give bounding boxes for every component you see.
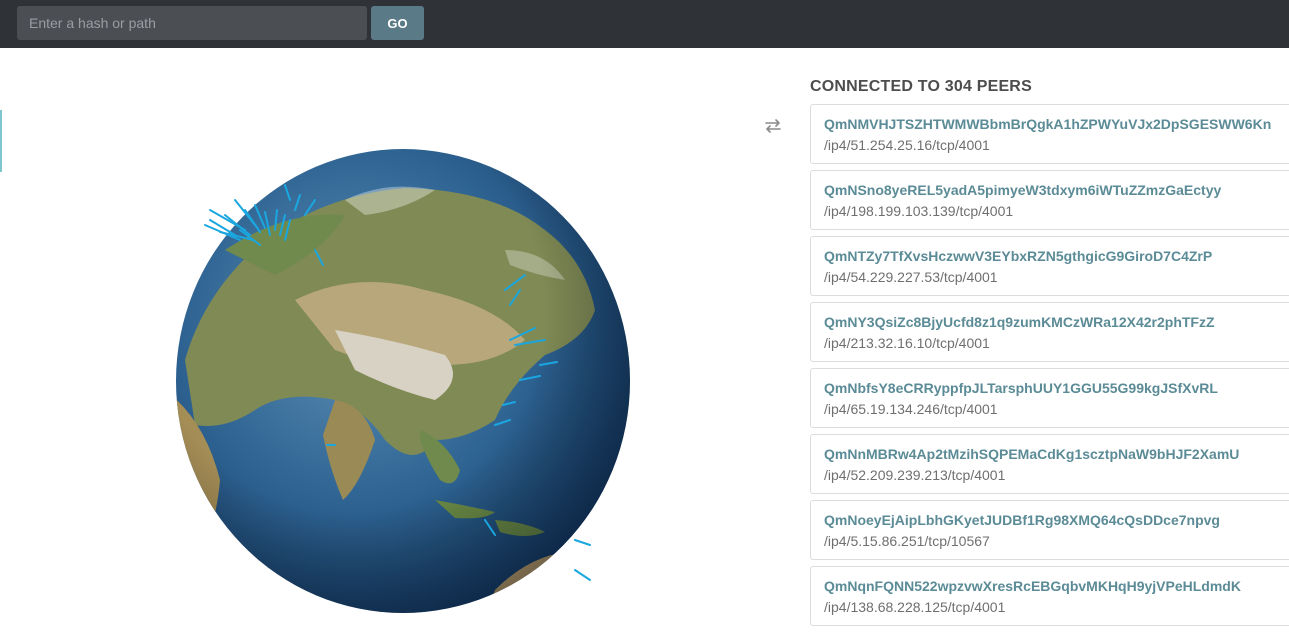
peer-id[interactable]: QmNoeyEjAipLbhGKyetJUDBf1Rg98XMQ64cQsDDc… <box>824 512 1289 528</box>
peer-address: /ip4/5.15.86.251/tcp/10567 <box>824 533 990 549</box>
peer-address: /ip4/51.254.25.16/tcp/4001 <box>824 137 990 153</box>
top-bar: GO <box>0 0 1289 48</box>
hash-path-input[interactable] <box>17 6 367 40</box>
peer-item[interactable]: QmNMVHJTSZHTWMWBbmBrQgkA1hZPWYuVJx2DpSGE… <box>810 104 1289 164</box>
peer-marker <box>574 539 591 546</box>
peer-address: /ip4/138.68.228.125/tcp/4001 <box>824 599 1006 615</box>
peer-item[interactable]: QmNoeyEjAipLbhGKyetJUDBf1Rg98XMQ64cQsDDc… <box>810 500 1289 560</box>
swap-arrows-icon[interactable] <box>764 118 782 134</box>
peer-id[interactable]: QmNTZy7TfXvsHczwwV3EYbxRZN5gthgicG9GiroD… <box>824 248 1289 264</box>
peer-item[interactable]: QmNnMBRw4Ap2tMzihSQPEMaCdKg1scztpNaW9bHJ… <box>810 434 1289 494</box>
peer-id[interactable]: QmNqnFQNN522wpzvwXresRcEBGqbvMKHqH9yjVPe… <box>824 578 1289 594</box>
peer-item[interactable]: QmNY3QsiZc8BjyUcfd8z1q9zumKMCzWRa12X42r2… <box>810 302 1289 362</box>
peer-id[interactable]: QmNY3QsiZc8BjyUcfd8z1q9zumKMCzWRa12X42r2… <box>824 314 1289 330</box>
peer-item[interactable]: QmNSno8yeREL5yadA5pimyeW3tdxym6iWTuZZmzG… <box>810 170 1289 230</box>
peer-address: /ip4/198.199.103.139/tcp/4001 <box>824 203 1014 219</box>
peer-marker <box>574 569 591 581</box>
peer-item[interactable]: QmNbfsY8eCRRyppfpJLTarsphUUY1GGU55G99kgJ… <box>810 368 1289 428</box>
peer-id[interactable]: QmNSno8yeREL5yadA5pimyeW3tdxym6iWTuZZmzG… <box>824 182 1289 198</box>
peer-address: /ip4/65.19.134.246/tcp/4001 <box>824 401 998 417</box>
peer-id[interactable]: QmNMVHJTSZHTWMWBbmBrQgkA1hZPWYuVJx2DpSGE… <box>824 116 1289 132</box>
peer-address: /ip4/54.229.227.53/tcp/4001 <box>824 269 998 285</box>
peer-id[interactable]: QmNbfsY8eCRRyppfpJLTarsphUUY1GGU55G99kgJ… <box>824 380 1289 396</box>
peer-id[interactable]: QmNnMBRw4Ap2tMzihSQPEMaCdKg1scztpNaW9bHJ… <box>824 446 1289 462</box>
globe-panel <box>0 48 790 618</box>
peer-list: QmNMVHJTSZHTWMWBbmBrQgkA1hZPWYuVJx2DpSGE… <box>810 104 1289 632</box>
peer-item[interactable]: QmNqnFQNN522wpzvwXresRcEBGqbvMKHqH9yjVPe… <box>810 566 1289 626</box>
peer-item[interactable]: QmNTZy7TfXvsHczwwV3EYbxRZN5gthgicG9GiroD… <box>810 236 1289 296</box>
globe-icon[interactable] <box>165 140 640 618</box>
peer-address: /ip4/52.209.239.213/tcp/4001 <box>824 467 1006 483</box>
go-button[interactable]: GO <box>371 6 424 40</box>
peers-title: CONNECTED TO 304 PEERS <box>810 78 1032 95</box>
peer-address: /ip4/213.32.16.10/tcp/4001 <box>824 335 990 351</box>
